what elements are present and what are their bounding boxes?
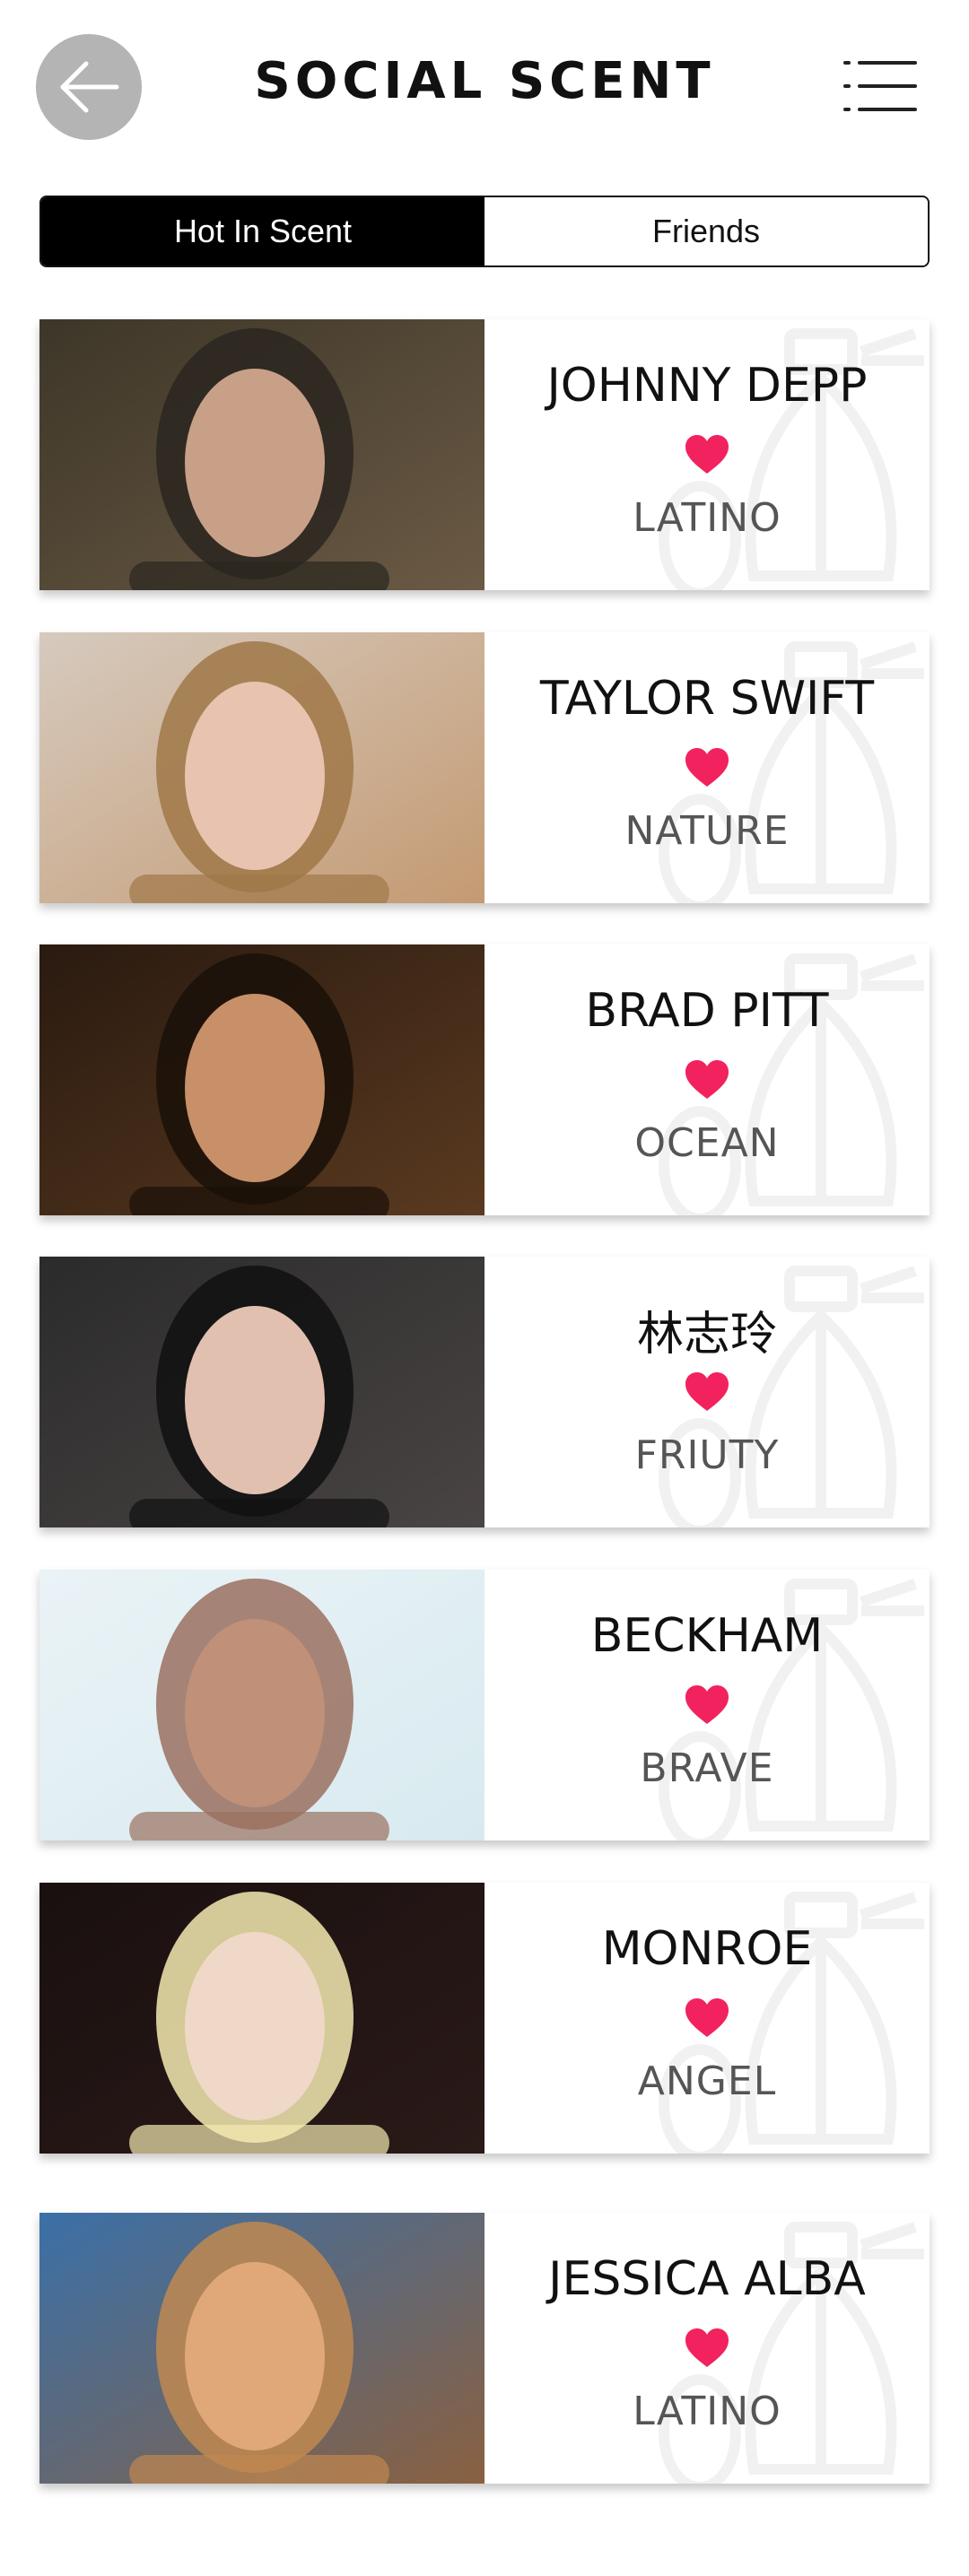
heart-icon[interactable] [684, 1059, 730, 1101]
heart-icon[interactable] [684, 434, 730, 475]
celebrity-card[interactable]: MONROE ANGEL [39, 1883, 930, 2154]
tab-hot-in-scent[interactable]: Hot In Scent [41, 197, 484, 265]
heart-icon[interactable] [684, 1997, 730, 2039]
celebrity-info: 林志玲 FRIUTY [484, 1257, 930, 1527]
scent-label: LATINO [633, 2389, 781, 2434]
celebrity-info: MONROE ANGEL [484, 1883, 930, 2154]
celebrity-name: MONROE [601, 1922, 813, 1976]
celebrity-name: JOHNNY DEPP [546, 359, 868, 413]
celebrity-photo [39, 319, 484, 590]
celebrity-name: TAYLOR SWIFT [539, 672, 875, 726]
celebrity-info: BRAD PITT OCEAN [484, 944, 930, 1215]
celebrity-name: JESSICA ALBA [548, 2252, 866, 2306]
celebrity-info: JESSICA ALBA LATINO [484, 2213, 930, 2484]
scent-label: NATURE [624, 808, 790, 854]
scent-label: LATINO [633, 495, 781, 541]
scent-label: OCEAN [634, 1120, 780, 1166]
tab-friends[interactable]: Friends [484, 197, 928, 265]
tab-bar: Hot In Scent Friends [39, 196, 930, 267]
celebrity-name: 林志玲 [636, 1308, 777, 1362]
scent-label: FRIUTY [634, 1432, 780, 1478]
celebrity-name: BECKHAM [590, 1609, 824, 1663]
celebrity-photo [39, 632, 484, 903]
menu-button[interactable] [843, 57, 919, 115]
celebrity-card[interactable]: JOHNNY DEPP LATINO [39, 319, 930, 590]
celebrity-card[interactable]: BECKHAM BRAVE [39, 1570, 930, 1841]
heart-icon[interactable] [684, 747, 730, 788]
celebrity-card[interactable]: 林志玲 FRIUTY [39, 1257, 930, 1527]
celebrity-info: JOHNNY DEPP LATINO [484, 319, 930, 590]
hamburger-menu-icon [843, 61, 917, 111]
heart-icon[interactable] [684, 1684, 730, 1726]
celebrity-card[interactable]: BRAD PITT OCEAN [39, 944, 930, 1215]
scent-label: BRAVE [640, 1745, 774, 1791]
heart-icon[interactable] [684, 2328, 730, 2369]
scent-label: ANGEL [637, 2058, 777, 2104]
app-header: SOCIAL SCENT [0, 0, 969, 179]
celebrity-photo [39, 1257, 484, 1527]
celebrity-photo [39, 1570, 484, 1841]
celebrity-info: BECKHAM BRAVE [484, 1570, 930, 1841]
celebrity-photo [39, 944, 484, 1215]
celebrity-name: BRAD PITT [585, 984, 829, 1038]
celebrity-card[interactable]: JESSICA ALBA LATINO [39, 2213, 930, 2484]
heart-icon[interactable] [684, 1371, 730, 1413]
celebrity-card[interactable]: TAYLOR SWIFT NATURE [39, 632, 930, 903]
celebrity-info: TAYLOR SWIFT NATURE [484, 632, 930, 903]
celebrity-photo [39, 1883, 484, 2154]
celebrity-photo [39, 2213, 484, 2484]
page-title: SOCIAL SCENT [254, 52, 715, 110]
